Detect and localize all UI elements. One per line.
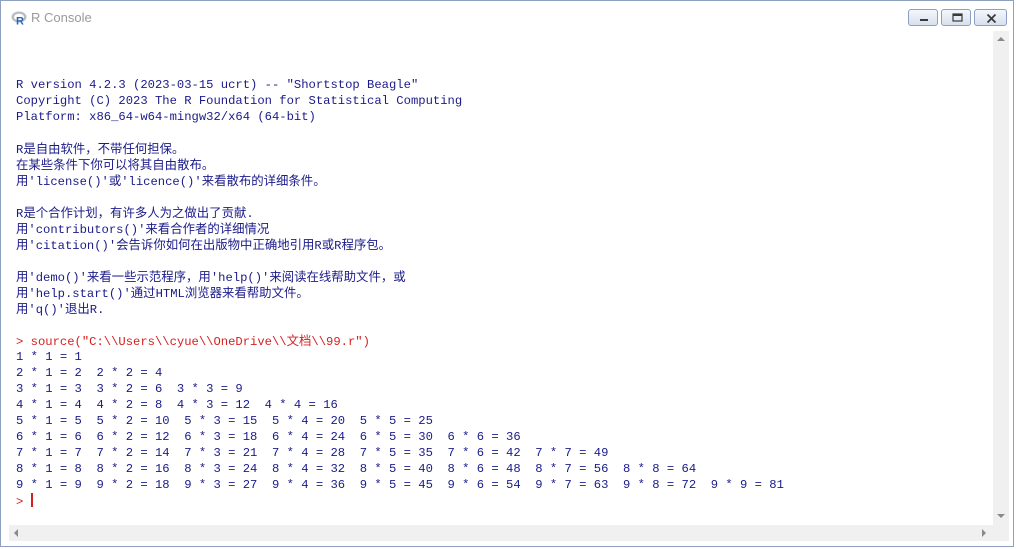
console-output-line: 1 * 1 = 1 xyxy=(16,350,82,364)
r-logo-icon: R xyxy=(11,11,27,27)
console-output-line: 用'demo()'来看一些示范程序，用'help()'来阅读在线帮助文件，或 xyxy=(16,269,406,285)
console-lines: R version 4.2.3 (2023-03-15 ucrt) -- "Sh… xyxy=(16,61,784,509)
console-output-line: Platform: x86_64-w64-mingw32/x64 (64-bit… xyxy=(16,110,316,124)
console-output-line: 5 * 1 = 5 5 * 2 = 10 5 * 3 = 15 5 * 4 = … xyxy=(16,414,433,428)
console-output-line: 9 * 1 = 9 9 * 2 = 18 9 * 3 = 27 9 * 4 = … xyxy=(16,478,784,492)
close-button[interactable] xyxy=(974,9,1007,26)
console-output-line: 在某些条件下你可以将其自由散布。 xyxy=(16,157,215,172)
console-output-line: 4 * 1 = 4 4 * 2 = 8 4 * 3 = 12 4 * 4 = 1… xyxy=(16,398,338,412)
scroll-down-arrow-icon[interactable] xyxy=(996,511,1006,521)
maximize-icon xyxy=(952,13,963,22)
maximize-button[interactable] xyxy=(941,9,971,26)
title-bar[interactable]: R R Console xyxy=(1,1,1013,33)
console-output-line: 6 * 1 = 6 6 * 2 = 12 6 * 3 = 18 6 * 4 = … xyxy=(16,430,521,444)
console-output-line: 用'q()'退出R. xyxy=(16,301,105,317)
scroll-right-arrow-icon[interactable] xyxy=(979,528,989,538)
console-output-line: 7 * 1 = 7 7 * 2 = 14 7 * 3 = 21 7 * 4 = … xyxy=(16,446,609,460)
scrollbar-corner xyxy=(993,525,1009,541)
console-output-area[interactable]: R version 4.2.3 (2023-03-15 ucrt) -- "Sh… xyxy=(9,31,993,525)
console-output-line: R version 4.2.3 (2023-03-15 ucrt) -- "Sh… xyxy=(16,78,419,92)
console-output-line: 用'citation()'会告诉你如何在出版物中正确地引用R或R程序包。 xyxy=(16,237,392,253)
console-output-line: 3 * 1 = 3 3 * 2 = 6 3 * 3 = 9 xyxy=(16,382,243,396)
vertical-scrollbar[interactable] xyxy=(993,31,1009,525)
console-command-line: > source("C:\\Users\\cyue\\OneDrive\\文档\… xyxy=(16,333,370,349)
svg-text:R: R xyxy=(16,16,24,27)
console-prompt: > xyxy=(16,495,31,509)
console-prompt-line[interactable]: > xyxy=(16,493,784,509)
console-output-line: R是自由软件，不带任何担保。 xyxy=(16,141,185,157)
minimize-button[interactable] xyxy=(908,9,938,26)
console-output-line: 8 * 1 = 8 8 * 2 = 16 8 * 3 = 24 8 * 4 = … xyxy=(16,462,697,476)
console-output-line: 用'license()'或'licence()'来看散布的详细条件。 xyxy=(16,173,326,189)
console-output-line: 用'contributors()'来看合作者的详细情况 xyxy=(16,221,270,237)
r-console-window: R R Console R version 4.2.3 (2023-03-15 … xyxy=(0,0,1014,547)
console-output-line: 2 * 1 = 2 2 * 2 = 4 xyxy=(16,366,163,380)
horizontal-scrollbar[interactable] xyxy=(9,525,993,541)
window-title: R Console xyxy=(31,10,92,25)
scroll-up-arrow-icon[interactable] xyxy=(996,34,1006,44)
minimize-icon xyxy=(920,19,928,21)
console-output-line: Copyright (C) 2023 The R Foundation for … xyxy=(16,94,463,108)
scroll-left-arrow-icon[interactable] xyxy=(11,528,21,538)
console-output-line: 用'help.start()'通过HTML浏览器来看帮助文件。 xyxy=(16,285,309,301)
close-icon xyxy=(986,13,997,24)
console-output-line: R是个合作计划，有许多人为之做出了贡献. xyxy=(16,205,254,221)
text-cursor xyxy=(30,493,33,507)
